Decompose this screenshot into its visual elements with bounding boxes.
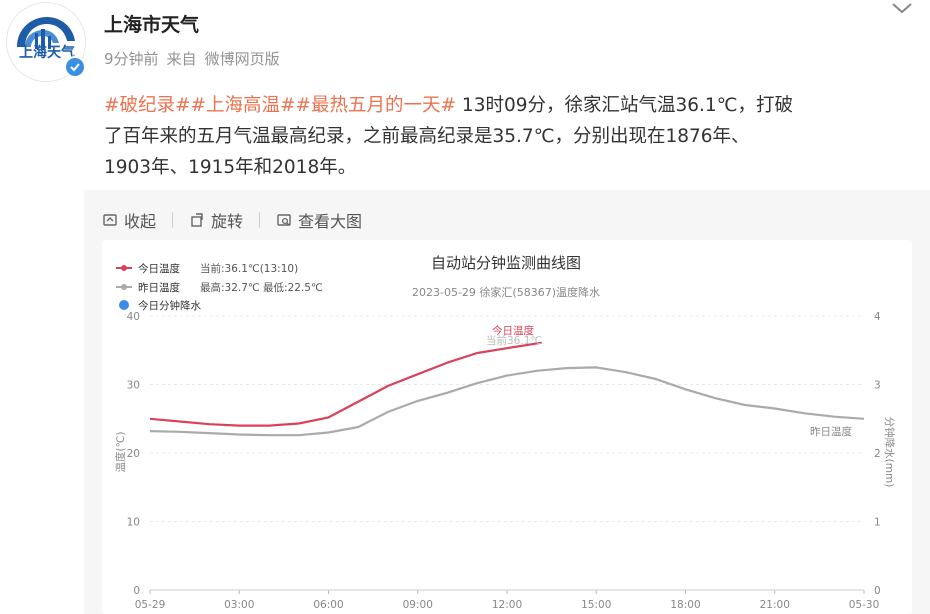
post-body-line2: 了百年来的五月气温最高纪录，之前最高纪录是35.7℃，分别出现在1876年、 bbox=[104, 126, 750, 147]
source-prefix: 来自 bbox=[166, 50, 197, 68]
view-large-button[interactable]: 查看大图 bbox=[276, 208, 362, 232]
rotate-button[interactable]: 旋转 bbox=[189, 208, 243, 232]
legend-today-name[interactable]: 今日温度 bbox=[138, 262, 180, 275]
view-large-icon bbox=[277, 214, 291, 226]
x-tick-label: 03:00 bbox=[224, 599, 254, 611]
rotate-label: 旋转 bbox=[211, 212, 244, 231]
legend-marker-today bbox=[121, 265, 127, 271]
y2-tick-label: 3 bbox=[874, 380, 881, 392]
temperature-chart: 0 0 10 1 20 2 30 3 40 4 05-29 03:00 06:00 09:00 12:00 1… bbox=[114, 254, 896, 611]
view-large-label: 查看大图 bbox=[298, 212, 363, 231]
y-tick-label: 10 bbox=[127, 517, 140, 529]
chart-subtitle: 2023-05-29 徐家汇(58367)温度降水 bbox=[412, 285, 600, 299]
collapse-label: 收起 bbox=[124, 212, 157, 231]
y-tick-label: 40 bbox=[127, 311, 140, 323]
x-tick-label: 05-29 bbox=[135, 599, 166, 611]
chart-title: 自动站分钟监测曲线图 bbox=[431, 254, 581, 272]
y2-axis-label: 分钟降水(mm) bbox=[883, 417, 896, 488]
y-axis-label: 温度(℃) bbox=[114, 432, 127, 473]
verified-badge-icon bbox=[64, 56, 86, 78]
chart-legend: 今日温度 当前:36.1℃(13:10) 昨日温度 最高:32.7℃ 最低:22… bbox=[116, 262, 323, 312]
y-tick-label: 0 bbox=[133, 585, 140, 597]
hashtag-record[interactable]: #破纪录# bbox=[104, 95, 191, 116]
hashtag-shanghai-heat[interactable]: #上海高温# bbox=[191, 95, 296, 116]
legend-rain-name[interactable]: 今日分钟降水 bbox=[138, 299, 201, 312]
hashtag-hottest-may[interactable]: #最热五月的一天# bbox=[296, 95, 457, 116]
legend-yesterday-info: 最高:32.7℃ 最低:22.5℃ bbox=[200, 281, 323, 294]
chart-series bbox=[149, 341, 865, 437]
x-tick-label: 21:00 bbox=[760, 599, 790, 611]
rotate-icon bbox=[191, 213, 203, 227]
post-source[interactable]: 微博网页版 bbox=[205, 50, 280, 68]
collapse-button[interactable]: 收起 bbox=[102, 208, 156, 232]
post-time[interactable]: 9分钟前 bbox=[104, 50, 159, 68]
chevron-down-icon[interactable] bbox=[888, 0, 916, 20]
chart-grid bbox=[150, 315, 864, 591]
legend-marker-yesterday bbox=[121, 284, 127, 290]
annotation-yesterday-label: 昨日温度 bbox=[810, 425, 852, 438]
chart-image[interactable]: 0 0 10 1 20 2 30 3 40 4 05-29 03:00 06:00 09:00 12:00 1… bbox=[102, 240, 912, 614]
y2-tick-label: 4 bbox=[874, 311, 881, 323]
y-tick-label: 30 bbox=[127, 380, 140, 392]
y2-tick-label: 0 bbox=[874, 585, 881, 597]
divider bbox=[259, 212, 261, 228]
legend-marker-rain bbox=[119, 300, 129, 310]
x-tick-label: 18:00 bbox=[670, 599, 700, 611]
x-tick-label: 12:00 bbox=[492, 599, 522, 611]
x-tick-label: 06:00 bbox=[313, 599, 343, 611]
divider bbox=[172, 212, 174, 228]
annotation-today-current: 当前36.1℃ bbox=[486, 334, 542, 347]
post-body-line1: 13时09分，徐家汇站气温36.1℃，打破 bbox=[456, 95, 793, 116]
x-tick-label: 15:00 bbox=[581, 599, 611, 611]
y2-tick-label: 1 bbox=[874, 517, 881, 529]
post-body-line3: 1903年、1915年和2018年。 bbox=[104, 157, 357, 178]
post-meta: 9分钟前 来自 微博网页版 bbox=[104, 48, 288, 69]
post-text: #破纪录##上海高温##最热五月的一天# 13时09分，徐家汇站气温36.1℃，… bbox=[104, 90, 914, 183]
chart-axes: 0 0 10 1 20 2 30 3 40 4 05-29 03:00 06:00 09:00 12:00 1… bbox=[127, 311, 881, 611]
x-tick-label: 05-30 bbox=[849, 599, 880, 611]
media-actions: 收起 旋转 查看大图 bbox=[102, 208, 362, 232]
author-name[interactable]: 上海市天气 bbox=[104, 10, 199, 37]
x-tick-label: 09:00 bbox=[403, 599, 433, 611]
y2-tick-label: 2 bbox=[874, 448, 881, 460]
legend-today-info: 当前:36.1℃(13:10) bbox=[200, 262, 298, 275]
weibo-post: 上海天气 上海市天气 9分钟前 来自 微博网页版 #破纪录##上海高温##最热五月的… bbox=[0, 0, 930, 614]
series-today-temperature bbox=[149, 341, 542, 427]
legend-yesterday-name[interactable]: 昨日温度 bbox=[138, 281, 180, 294]
collapse-icon bbox=[103, 214, 117, 226]
y-tick-label: 20 bbox=[127, 448, 140, 460]
